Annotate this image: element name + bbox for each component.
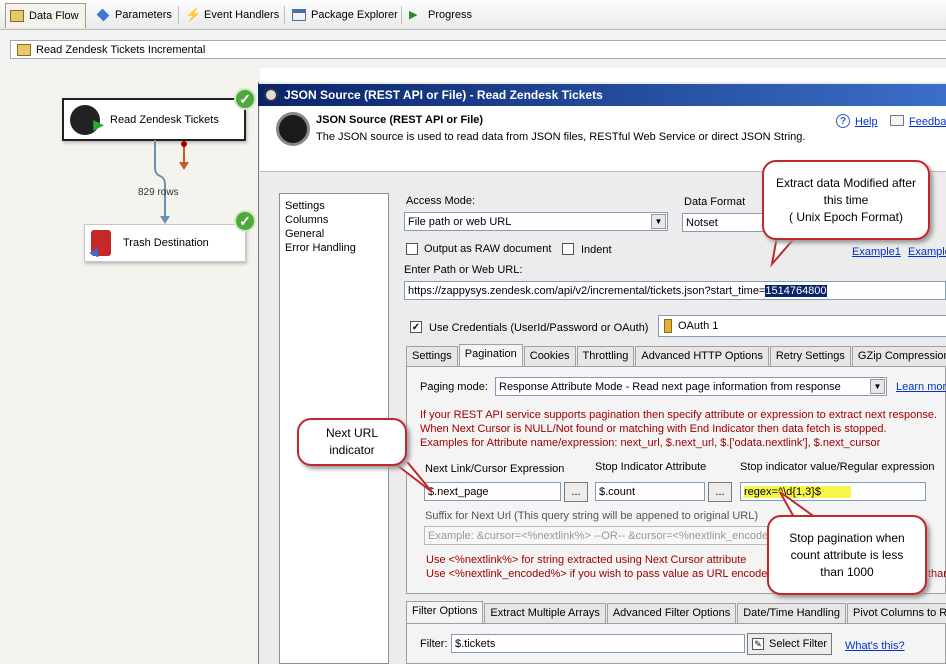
example1-link[interactable]: Example1 (852, 246, 901, 258)
data-format-select[interactable]: Notset (682, 213, 772, 232)
paging-mode-label: Paging mode: (420, 381, 488, 393)
tab-package-explorer[interactable]: Package Explorer (288, 4, 404, 26)
pagination-info-2: When Next Cursor is NULL/Not found or ma… (420, 423, 887, 435)
suffix-hint-2: Use <%nextlink_encoded%> if you wish to … (426, 568, 768, 580)
access-mode-label: Access Mode: (406, 195, 476, 207)
settings-tab-strip: Settings Pagination Cookies Throttling A… (406, 344, 946, 366)
use-credentials-label: Use Credentials (UserId/Password or OAut… (429, 322, 649, 334)
filter-tab-strip: Filter Options Extract Multiple Arrays A… (406, 601, 946, 623)
tab-retry-settings[interactable]: Retry Settings (769, 346, 851, 366)
tab-pivot-columns[interactable]: Pivot Columns to Row (847, 603, 946, 623)
source-task[interactable]: ▶ Read Zendesk Tickets (62, 98, 246, 141)
pagination-info-3: Examples for Attribute name/expression: … (420, 437, 881, 449)
dialog-app-icon (264, 88, 278, 102)
destination-task[interactable]: ◀ Trash Destination (84, 224, 246, 262)
tab-throttling[interactable]: Throttling (576, 346, 635, 366)
tab-progress[interactable]: ▶ Progress (405, 4, 478, 26)
connection-icon (664, 319, 672, 333)
feedback-link[interactable]: Feedba (909, 116, 946, 128)
json-source-icon: ▶ (70, 104, 104, 135)
paging-mode-select[interactable]: Response Attribute Mode - Read next page… (495, 377, 887, 396)
select-filter-button[interactable]: ✎ Select Filter (747, 633, 832, 655)
url-input[interactable]: https://zappysys.zendesk.com/api/v2/incr… (404, 281, 946, 300)
url-highlighted-timestamp: 1514764800 (765, 284, 827, 297)
row-count-label: 829 rows (138, 187, 179, 198)
data-path-arrow (154, 140, 189, 224)
use-credentials-checkbox[interactable]: ✓ (410, 321, 422, 333)
header-title: JSON Source (REST API or File) (316, 114, 484, 126)
learn-more-link[interactable]: Learn mor (896, 381, 946, 393)
tab-filter-options[interactable]: Filter Options (406, 601, 484, 623)
tab-advanced-http[interactable]: Advanced HTTP Options (635, 346, 769, 366)
tab-settings[interactable]: Settings (406, 346, 458, 366)
suffix-label: Suffix for Next Url (This query string w… (425, 510, 758, 522)
trash-destination-icon: ◀ (89, 230, 111, 259)
tab-data-flow[interactable]: Data Flow (5, 3, 86, 28)
dialog-title-bar: JSON Source (REST API or File) - Read Ze… (258, 84, 946, 106)
access-mode-select[interactable]: File path or web URL ▼ (404, 212, 668, 231)
suffix-hint-1: Use <%nextlink%> for string extracted us… (426, 554, 747, 566)
indent-label: Indent (581, 244, 612, 256)
suffix-hint-2-tail: thar (928, 568, 946, 580)
success-check-icon: ✓ (234, 210, 256, 232)
stop-attribute-label: Stop Indicator Attribute (595, 461, 707, 473)
whats-this-link[interactable]: What's this? (845, 640, 905, 652)
tab-extract-multiple-arrays[interactable]: Extract Multiple Arrays (484, 603, 606, 623)
next-link-browse-button[interactable]: ... (564, 482, 588, 502)
data-format-label: Data Format (684, 196, 746, 208)
data-flow-icon (10, 10, 24, 22)
raw-output-checkbox[interactable] (406, 243, 418, 255)
select-filter-icon: ✎ (752, 638, 764, 650)
example2-link[interactable]: Example (908, 246, 946, 258)
stop-attribute-browse-button[interactable]: ... (708, 482, 732, 502)
tab-cookies[interactable]: Cookies (523, 346, 576, 366)
stop-attribute-input[interactable]: $.count (595, 482, 705, 501)
tab-advanced-filter-options[interactable]: Advanced Filter Options (606, 603, 737, 623)
indent-checkbox[interactable] (562, 243, 574, 255)
url-label: Enter Path or Web URL: (404, 264, 523, 276)
filter-input[interactable]: $.tickets (451, 634, 745, 653)
stop-regex-label: Stop indicator value/Regular expression (740, 461, 935, 473)
progress-icon: ▶ (409, 9, 418, 21)
json-source-logo-icon (276, 112, 310, 146)
data-flow-task-selector[interactable]: Read Zendesk Tickets Incremental (10, 40, 946, 59)
toolbar-separator (178, 6, 179, 24)
chevron-down-icon: ▼ (870, 379, 885, 394)
suffix-input[interactable]: Example: &cursor=<%nextlink%> --OR-- &cu… (424, 526, 784, 545)
event-handlers-icon: ⚡ (185, 7, 202, 22)
design-canvas (0, 68, 260, 664)
nav-item-columns[interactable]: Columns (285, 213, 383, 227)
help-icon: ? (836, 114, 850, 128)
tab-event-handlers[interactable]: ⚡ Event Handlers (181, 4, 285, 26)
filter-label: Filter: (420, 638, 448, 650)
success-check-icon: ✓ (234, 88, 256, 110)
pagination-info-1: If your REST API service supports pagina… (420, 409, 938, 421)
help-link[interactable]: Help (855, 116, 878, 128)
nav-item-error-handling[interactable]: Error Handling (285, 241, 383, 255)
tab-datetime-handling[interactable]: Date/Time Handling (737, 603, 847, 623)
toolbar-separator (284, 6, 285, 24)
next-link-label: Next Link/Cursor Expression (425, 463, 565, 475)
raw-output-label: Output as RAW document (424, 243, 552, 255)
package-explorer-icon (292, 9, 306, 21)
connection-select[interactable]: OAuth 1 (658, 315, 946, 337)
toolbar-separator (401, 6, 402, 24)
feedback-icon (890, 115, 904, 126)
next-url-callout: Next URL indicator (297, 418, 407, 466)
header-description: The JSON source is used to read data fro… (316, 131, 806, 143)
nav-item-settings[interactable]: Settings (285, 199, 383, 213)
stop-pagination-callout: Stop pagination when count attribute is … (767, 515, 927, 595)
tab-parameters[interactable]: Parameters (92, 4, 178, 26)
chevron-down-icon: ▼ (651, 214, 666, 229)
parameters-icon (96, 8, 110, 22)
nav-item-general[interactable]: General (285, 227, 383, 241)
epoch-callout: Extract data Modified after this time ( … (762, 160, 930, 240)
tab-gzip[interactable]: GZip Compression (851, 346, 946, 366)
package-icon (17, 43, 31, 56)
tab-pagination[interactable]: Pagination (458, 344, 523, 366)
next-link-input[interactable]: $.next_page (424, 482, 561, 501)
